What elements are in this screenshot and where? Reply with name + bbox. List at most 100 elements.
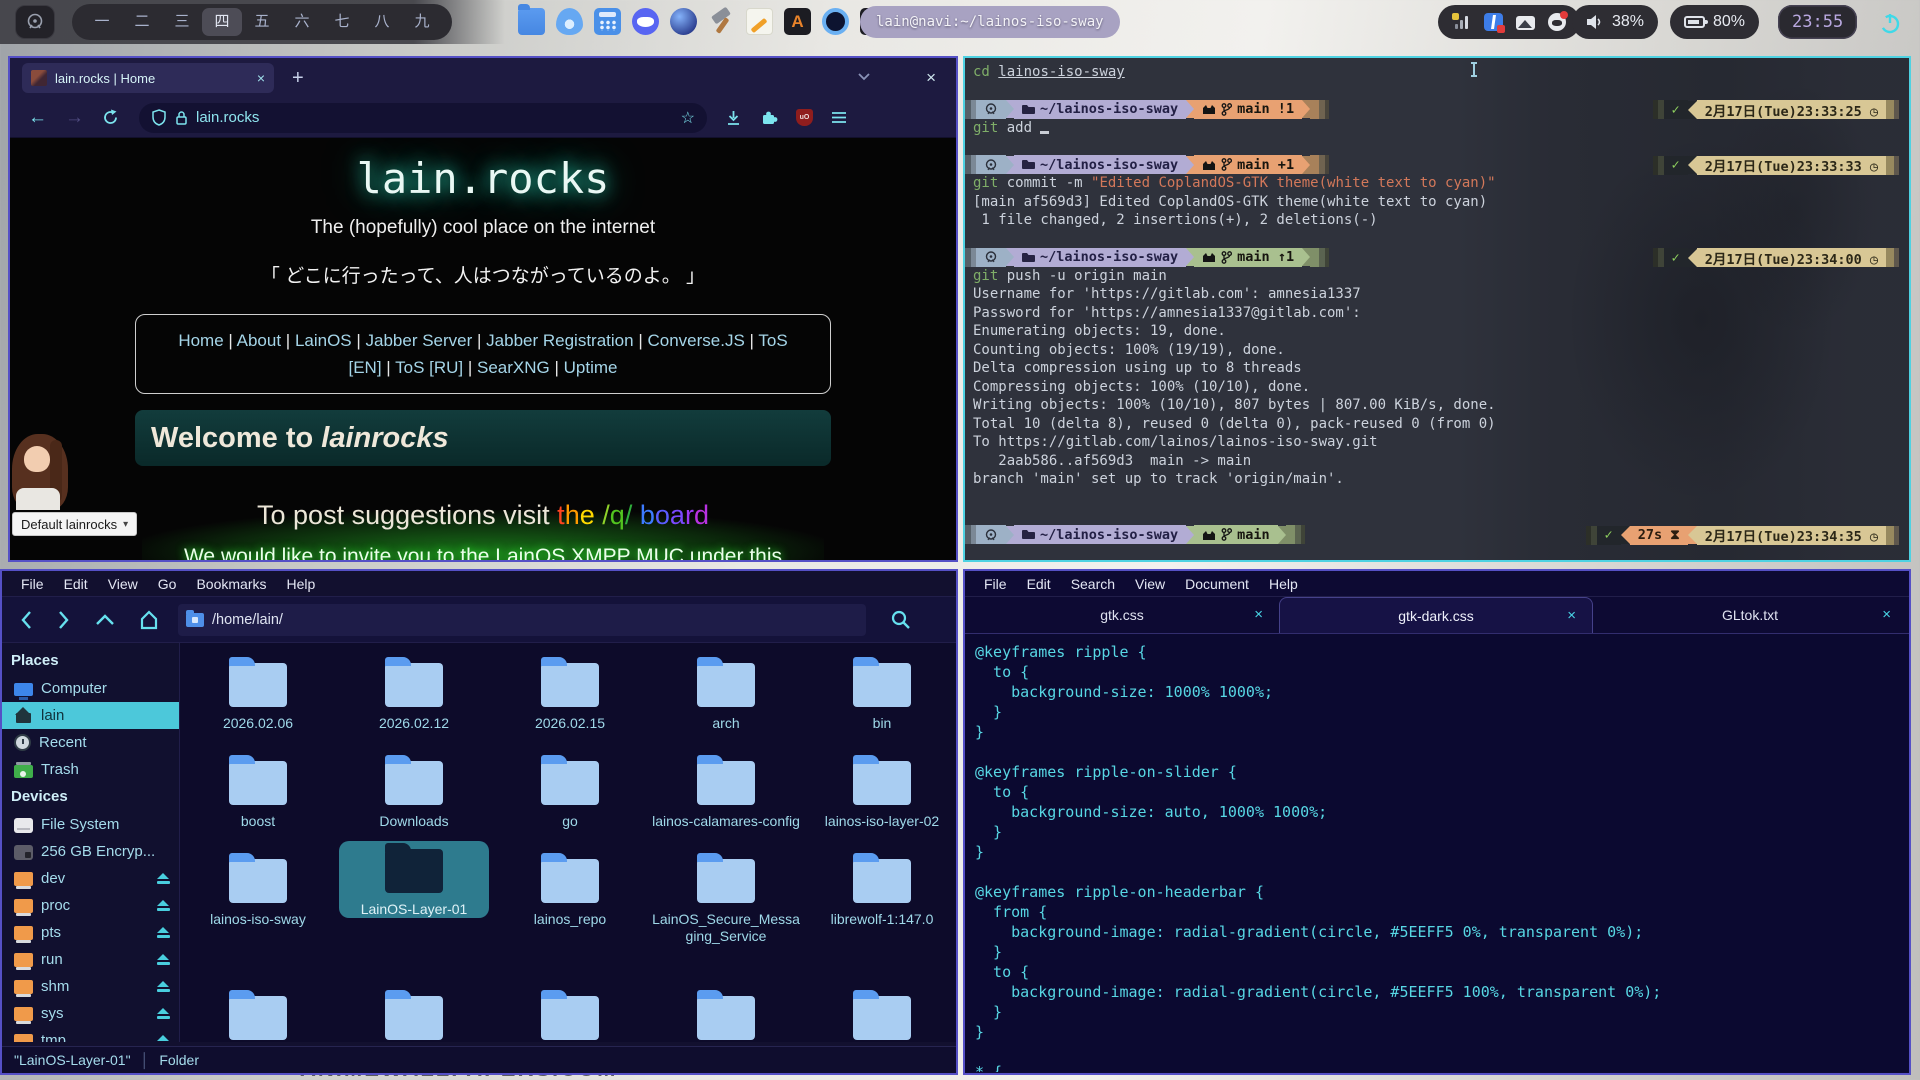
folder-icon[interactable] [518, 8, 545, 35]
menu-hamburger-icon[interactable] [831, 111, 847, 124]
ublock-icon[interactable]: uO [796, 109, 813, 126]
workspace-9[interactable]: 九 [402, 8, 442, 36]
folder-item[interactable] [804, 988, 956, 1042]
nav-link-home[interactable]: Home [178, 331, 223, 350]
eject-icon[interactable] [157, 927, 170, 938]
folder-lainos-calamares-config[interactable]: lainos-calamares-config [648, 753, 804, 830]
launcher-button[interactable] [15, 5, 55, 39]
folder-item[interactable] [648, 988, 804, 1042]
folder-2026-02-06[interactable]: 2026.02.06 [180, 655, 336, 732]
eject-icon[interactable] [157, 900, 170, 911]
sidebar-device-shm[interactable]: shm [2, 973, 179, 1000]
folder-lainos-iso-sway[interactable]: lainos-iso-sway [180, 851, 336, 928]
path-bar[interactable]: /home/lain/ [178, 604, 866, 636]
network-signal-icon[interactable] [1452, 13, 1471, 31]
clock[interactable]: 23:55 [1778, 5, 1857, 39]
menu-edit[interactable]: Edit [1018, 576, 1060, 592]
folder-2026-02-15[interactable]: 2026.02.15 [492, 655, 648, 732]
workspace-5[interactable]: 五 [242, 8, 282, 36]
nav-link-jabber-registration[interactable]: Jabber Registration [486, 331, 633, 350]
folder-item[interactable] [180, 988, 336, 1042]
menu-view[interactable]: View [1126, 576, 1174, 592]
discord-icon[interactable] [1548, 13, 1566, 31]
editor-code-area[interactable]: @keyframes ripple { to { background-size… [965, 634, 1909, 1072]
up-button[interactable] [94, 613, 116, 627]
menu-file[interactable]: File [12, 576, 53, 592]
workspace-1[interactable]: 一 [82, 8, 122, 36]
back-button[interactable] [18, 609, 34, 631]
rainbow-link[interactable]: the /q/ board [557, 500, 709, 530]
hammer-icon[interactable] [708, 8, 735, 35]
folder-item[interactable] [336, 988, 492, 1042]
tab-close-icon[interactable]: × [257, 71, 265, 85]
workspace-3[interactable]: 三 [162, 8, 202, 36]
power-button[interactable] [1878, 10, 1904, 36]
flame-icon[interactable] [556, 8, 583, 35]
folder-lainos-repo[interactable]: lainos_repo [492, 851, 648, 928]
nav-link-jabber-server[interactable]: Jabber Server [366, 331, 473, 350]
downloads-icon[interactable] [725, 109, 742, 126]
nav-link-uptime[interactable]: Uptime [564, 358, 618, 377]
sidebar-device-tmp[interactable]: tmp [2, 1027, 179, 1042]
sphere-icon[interactable] [670, 8, 697, 35]
eject-icon[interactable] [157, 981, 170, 992]
sidebar-device-256-gb-encryp-[interactable]: 256 GB Encryp... [2, 838, 179, 865]
folder-go[interactable]: go [492, 753, 648, 830]
terminal-body[interactable]: cd lainos-iso-sway~/lainos-iso-swaymain … [965, 58, 1909, 560]
sidebar-device-run[interactable]: run [2, 946, 179, 973]
editor-tab-gtk-dark-css[interactable]: gtk-dark.css× [1279, 597, 1593, 633]
sidebar-item-computer[interactable]: Computer [2, 675, 179, 702]
tab-close-icon[interactable]: × [1567, 609, 1576, 623]
extensions-puzzle-icon[interactable] [760, 109, 778, 126]
menu-view[interactable]: View [99, 576, 147, 592]
arch-icon[interactable] [784, 8, 811, 35]
calculator-icon[interactable] [594, 8, 621, 35]
editor-tab-gltok-txt[interactable]: GLtok.txt× [1593, 597, 1907, 633]
nav-link-converse-js[interactable]: Converse.JS [647, 331, 744, 350]
editor-tab-gtk-css[interactable]: gtk.css× [965, 597, 1279, 633]
folder-arch[interactable]: arch [648, 655, 804, 732]
menu-help[interactable]: Help [1260, 576, 1307, 592]
nav-link-lainos[interactable]: LainOS [295, 331, 352, 350]
battery-indicator[interactable]: 80% [1670, 5, 1759, 39]
forward-button[interactable]: → [65, 107, 84, 129]
sidebar-device-file-system[interactable]: File System [2, 811, 179, 838]
folder-downloads[interactable]: Downloads [336, 753, 492, 830]
discord-icon[interactable] [632, 8, 659, 35]
folder-librewolf-1-147-0[interactable]: librewolf-1:147.0 [804, 851, 956, 928]
workspace-2[interactable]: 二 [122, 8, 162, 36]
list-tabs-chevron-icon[interactable] [857, 72, 871, 81]
sidebar-item-recent[interactable]: Recent [2, 729, 179, 756]
browser-tab[interactable]: lain.rocks | Home × [22, 63, 274, 93]
menu-document[interactable]: Document [1176, 576, 1258, 592]
sidebar-device-proc[interactable]: proc [2, 892, 179, 919]
screenshot-icon[interactable] [1516, 16, 1535, 30]
menu-bookmarks[interactable]: Bookmarks [187, 576, 275, 592]
search-icon[interactable] [890, 609, 912, 631]
workspace-6[interactable]: 六 [282, 8, 322, 36]
forward-button[interactable] [56, 609, 72, 631]
menu-edit[interactable]: Edit [55, 576, 97, 592]
url-bar[interactable]: lain.rocks ☆ [139, 103, 707, 133]
nav-link-searxng[interactable]: SearXNG [477, 358, 550, 377]
new-tab-button[interactable]: + [292, 66, 304, 90]
menu-go[interactable]: Go [149, 576, 186, 592]
workspace-7[interactable]: 七 [322, 8, 362, 36]
sidebar-item-lain[interactable]: lain [2, 702, 179, 729]
bluetooth-off-icon[interactable] [1484, 13, 1503, 31]
sidebar-device-sys[interactable]: sys [2, 1000, 179, 1027]
back-button[interactable]: ← [28, 107, 47, 129]
nav-link-tos-ru-[interactable]: ToS [RU] [395, 358, 463, 377]
folder-2026-02-12[interactable]: 2026.02.12 [336, 655, 492, 732]
menu-search[interactable]: Search [1062, 576, 1124, 592]
profile-selector[interactable]: Default lainrocks ▾ [12, 512, 137, 536]
reload-button[interactable] [102, 109, 119, 126]
folder-lainos-layer-01[interactable]: LainOS-Layer-01 [339, 841, 489, 918]
sidebar-device-dev[interactable]: dev [2, 865, 179, 892]
eject-icon[interactable] [157, 954, 170, 965]
menu-help[interactable]: Help [278, 576, 325, 592]
home-button[interactable] [138, 609, 160, 631]
eject-icon[interactable] [157, 1035, 170, 1042]
tab-close-icon[interactable]: × [1254, 608, 1263, 622]
folder-lainos-secure-messaging-service[interactable]: LainOS_Secure_Messaging_Service [648, 851, 804, 945]
